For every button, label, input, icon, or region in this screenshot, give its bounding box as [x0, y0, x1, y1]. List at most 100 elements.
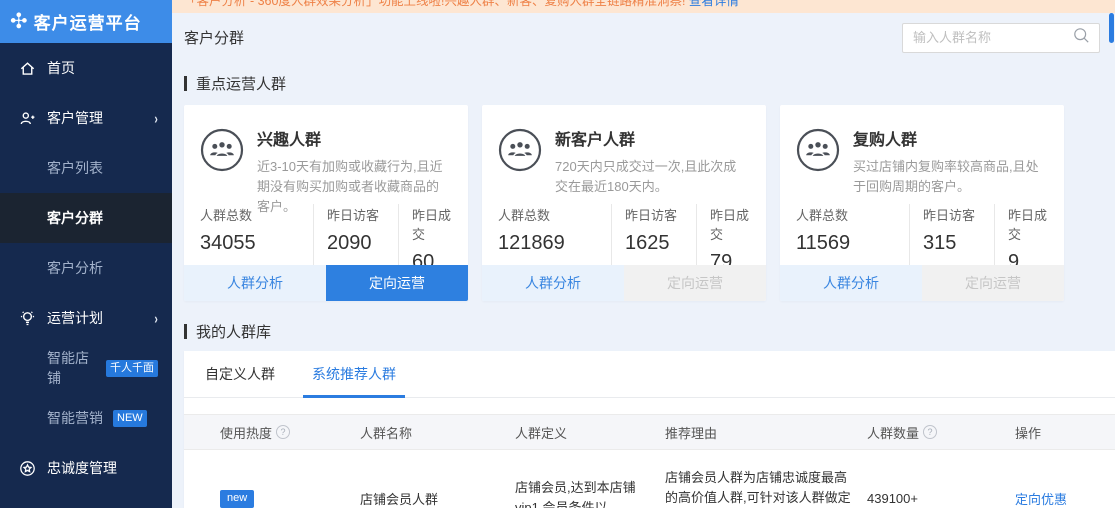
sidebar-item-smart-store[interactable]: 智能店铺 千人千面: [0, 343, 172, 393]
section-key-groups: 重点运营人群: [184, 73, 1100, 94]
sidebar-item-label: 首页: [47, 58, 75, 78]
search-icon[interactable]: [1073, 27, 1090, 49]
stat-value: 315: [923, 232, 994, 255]
targeted-operation-button[interactable]: 定向运营: [326, 265, 468, 301]
sidebar-item-home[interactable]: 首页: [0, 43, 172, 93]
stat-label: 昨日访客: [625, 205, 696, 224]
sidebar-item-customer-list[interactable]: 客户列表: [0, 143, 172, 193]
sidebar: ✣ 客户运营平台 首页 客户管理 › 客户列表 客户分群 客户分析: [0, 0, 172, 508]
key-group-cards: 兴趣人群 近3-10天有加购或收藏行为,且近期没有购买加购或者收藏商品的客户。 …: [184, 105, 1100, 301]
card-title: 兴趣人群: [257, 126, 450, 150]
content: 客户分群 重点运营人群 兴趣人群: [172, 22, 1115, 508]
card-title: 新客户人群: [555, 126, 748, 150]
sidebar-item-customer-mgmt[interactable]: 客户管理 ›: [0, 93, 172, 143]
main-area: 「客户分析 - 360度人群效果分析」功能上线啦!兴趣人群、新客、复购人群全链路…: [172, 0, 1115, 508]
stat-value: 34055: [200, 232, 313, 255]
vertical-scrollbar-thumb[interactable]: [1109, 13, 1114, 43]
card-title: 复购人群: [853, 126, 1046, 150]
group-people-icon: [200, 128, 244, 172]
group-count-cell: 439100+: [867, 491, 1015, 506]
stat-label: 人群总数: [200, 205, 313, 224]
stat-label: 昨日访客: [327, 205, 398, 224]
analyze-group-button[interactable]: 人群分析: [184, 265, 326, 301]
app-title: 客户运营平台: [34, 9, 142, 34]
card-description: 买过店铺内复购率较高商品,且处于回购周期的客户。: [853, 157, 1046, 197]
stat-label: 昨日成交: [710, 205, 758, 243]
col-actions: 操作: [1015, 423, 1041, 442]
banner-text: 「客户分析 - 360度人群效果分析」功能上线啦!兴趣人群、新客、复购人群全链路…: [184, 0, 685, 8]
search-input[interactable]: [913, 30, 1073, 45]
recommend-reason-cell: 店铺会员人群为店铺忠诚度最高的高价值人群,可针对该人群做定向权益、召回等,强化会…: [665, 468, 867, 508]
logo-pinwheel-icon: ✣: [10, 11, 28, 32]
stat-label: 昨日成交: [1008, 205, 1056, 243]
sidebar-item-label: 客户管理: [47, 108, 103, 128]
sidebar-item-operation-plan[interactable]: 运营计划 ›: [0, 293, 172, 343]
banner-details-link[interactable]: 查看详情: [689, 0, 739, 8]
stat-value: 2090: [327, 232, 398, 255]
tab-system-recommended-groups[interactable]: 系统推荐人群: [312, 351, 396, 397]
analyze-group-button[interactable]: 人群分析: [482, 265, 624, 301]
sidebar-item-label: 运营计划: [47, 308, 103, 328]
col-group-name: 人群名称: [360, 423, 412, 442]
table-row: new 店铺会员人群 店铺会员,达到本店铺 vip1 会员条件以... 店铺会员…: [184, 450, 1115, 508]
col-usage-heat: 使用热度: [220, 423, 272, 442]
targeted-operation-button[interactable]: 定向运营: [624, 265, 766, 301]
stat-value: 11569: [796, 232, 909, 255]
chevron-right-icon: ›: [154, 110, 157, 127]
search-box[interactable]: [902, 23, 1100, 53]
sidebar-item-loyalty-mgmt[interactable]: 忠诚度管理: [0, 443, 172, 493]
section-title: 重点运营人群: [196, 73, 286, 94]
section-my-library: 我的人群库: [184, 321, 1100, 342]
help-icon[interactable]: ?: [923, 425, 937, 439]
group-people-icon: [796, 128, 840, 172]
sidebar-item-customer-analysis[interactable]: 客户分析: [0, 243, 172, 293]
announcement-banner: 「客户分析 - 360度人群效果分析」功能上线啦!兴趣人群、新客、复购人群全链路…: [172, 0, 1115, 13]
group-name-cell: 店铺会员人群: [360, 489, 515, 508]
app-logo: ✣ 客户运营平台: [0, 0, 172, 43]
new-badge: NEW: [113, 410, 147, 427]
stat-value: 121869: [498, 232, 611, 255]
group-people-icon: [498, 128, 542, 172]
stat-label: 昨日成交: [412, 205, 460, 243]
targeted-discount-link[interactable]: 定向优惠: [1015, 492, 1067, 507]
star-circle-icon: [18, 459, 36, 477]
tab-custom-groups[interactable]: 自定义人群: [205, 351, 275, 397]
section-accent-bar: [184, 324, 187, 339]
home-icon: [18, 59, 36, 77]
library-tabs: 自定义人群 系统推荐人群: [184, 351, 1115, 398]
new-heat-badge: new: [220, 490, 254, 508]
table-header: 使用热度? 人群名称 人群定义 推荐理由 人群数量? 操作: [184, 414, 1115, 450]
page-title: 客户分群: [184, 27, 244, 48]
bulb-icon: [18, 309, 36, 327]
help-icon[interactable]: ?: [276, 425, 290, 439]
col-group-definition: 人群定义: [515, 423, 567, 442]
card-new-customer-group: 新客户人群 720天内只成交过一次,且此次成交在最近180天内。 人群总数 121…: [482, 105, 766, 301]
stat-label: 人群总数: [796, 205, 909, 224]
sidebar-item-label: 忠诚度管理: [47, 458, 117, 478]
sidebar-item-smart-marketing[interactable]: 智能营销 NEW: [0, 393, 172, 443]
section-title: 我的人群库: [196, 321, 271, 342]
chevron-right-icon: ›: [154, 310, 157, 327]
group-definition-cell: 店铺会员,达到本店铺 vip1 会员条件以...: [515, 478, 647, 508]
sidebar-item-label: 智能营销: [47, 408, 103, 428]
analyze-group-button[interactable]: 人群分析: [780, 265, 922, 301]
card-interest-group: 兴趣人群 近3-10天有加购或收藏行为,且近期没有购买加购或者收藏商品的客户。 …: [184, 105, 468, 301]
card-repurchase-group: 复购人群 买过店铺内复购率较高商品,且处于回购周期的客户。 人群总数11569 …: [780, 105, 1064, 301]
sidebar-item-label: 智能店铺: [47, 348, 96, 388]
stat-label: 人群总数: [498, 205, 611, 224]
stat-label: 昨日访客: [923, 205, 994, 224]
sidebar-item-label: 客户分析: [47, 258, 103, 278]
sidebar-item-label: 客户列表: [47, 158, 103, 178]
sidebar-nav: 首页 客户管理 › 客户列表 客户分群 客户分析 运营计划 › 智能店铺: [0, 43, 172, 493]
col-group-count: 人群数量: [867, 423, 919, 442]
sidebar-item-customer-segments[interactable]: 客户分群: [0, 193, 172, 243]
smart-store-badge: 千人千面: [106, 360, 158, 377]
users-icon: [18, 109, 36, 127]
sidebar-item-label: 客户分群: [47, 208, 103, 228]
col-recommend-reason: 推荐理由: [665, 423, 717, 442]
group-library-panel: 自定义人群 系统推荐人群 使用热度? 人群名称 人群定义 推荐理由 人群数量? …: [184, 351, 1115, 508]
stat-value: 1625: [625, 232, 696, 255]
section-accent-bar: [184, 76, 187, 91]
card-description: 720天内只成交过一次,且此次成交在最近180天内。: [555, 157, 748, 197]
targeted-operation-button[interactable]: 定向运营: [922, 265, 1064, 301]
